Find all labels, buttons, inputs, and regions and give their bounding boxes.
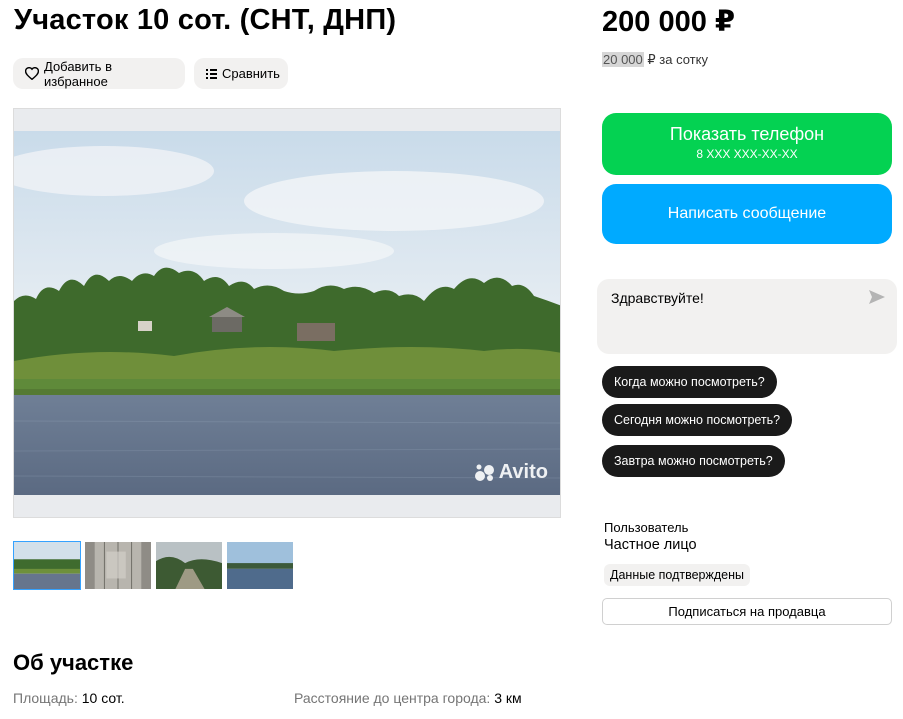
- chat-message-input[interactable]: Здравствуйте!: [597, 279, 897, 354]
- price: 200 000 ₽: [602, 6, 736, 38]
- photo-thumbnails: [13, 541, 294, 590]
- quick-reply-2[interactable]: Сегодня можно посмотреть?: [602, 404, 793, 436]
- param-distance: Расстояние до центра города: 3 км: [294, 690, 522, 706]
- price-per-unit: 20 000 ₽ за сотку: [602, 52, 708, 68]
- show-phone-button[interactable]: Показать телефон 8 XXX XXX-XX-XX: [602, 113, 892, 175]
- listing-title: Участок 10 сот. (СНТ, ДНП): [14, 4, 397, 36]
- watermark-text: Avito: [498, 461, 548, 483]
- avito-watermark: Avito: [474, 461, 548, 484]
- seller-name[interactable]: Частное лицо: [604, 537, 697, 553]
- subscribe-seller-button[interactable]: Подписаться на продавца: [602, 598, 892, 625]
- thumbnail-image: [14, 542, 80, 589]
- thumbnail-image: [156, 542, 222, 589]
- quick-reply-3[interactable]: Завтра можно посмотреть?: [602, 445, 785, 477]
- thumbnail-image: [227, 542, 293, 589]
- about-section-title: Об участке: [13, 650, 134, 675]
- thumbnail-image: [85, 542, 151, 589]
- main-photo[interactable]: Avito: [13, 108, 561, 518]
- thumbnail-1[interactable]: [13, 541, 81, 590]
- thumbnail-3[interactable]: [155, 541, 223, 590]
- compare-button[interactable]: Сравнить: [194, 58, 288, 89]
- param-area: Площадь: 10 сот.: [13, 690, 125, 706]
- chat-draft-text: Здравствуйте!: [611, 290, 704, 306]
- compare-list-icon: [206, 69, 217, 79]
- seller-role: Пользователь: [604, 520, 689, 535]
- quick-reply-1[interactable]: Когда можно посмотреть?: [602, 366, 777, 398]
- thumbnail-4[interactable]: [226, 541, 294, 590]
- price-per-unit-value: 20 000: [602, 52, 644, 67]
- add-to-favorites-button[interactable]: Добавить в избранное: [13, 58, 185, 89]
- param-distance-value: 3 км: [494, 690, 522, 706]
- masked-phone: 8 XXX XXX-XX-XX: [696, 147, 798, 161]
- compare-label: Сравнить: [222, 66, 280, 81]
- avito-logo-icon: [474, 464, 494, 481]
- param-area-value: 10 сот.: [81, 690, 125, 706]
- thumbnail-2[interactable]: [84, 541, 152, 590]
- param-area-label: Площадь:: [13, 690, 78, 706]
- show-phone-label: Показать телефон: [669, 124, 825, 144]
- send-icon[interactable]: [869, 290, 885, 304]
- param-distance-label: Расстояние до центра города:: [294, 690, 491, 706]
- verified-badge: Данные подтверждены: [604, 564, 750, 586]
- add-to-favorites-label: Добавить в избранное: [44, 58, 112, 89]
- write-message-button[interactable]: Написать сообщение: [602, 184, 892, 244]
- heart-icon: [25, 67, 39, 80]
- price-per-unit-suffix: ₽ за сотку: [647, 52, 708, 67]
- landscape-photo: [14, 131, 560, 495]
